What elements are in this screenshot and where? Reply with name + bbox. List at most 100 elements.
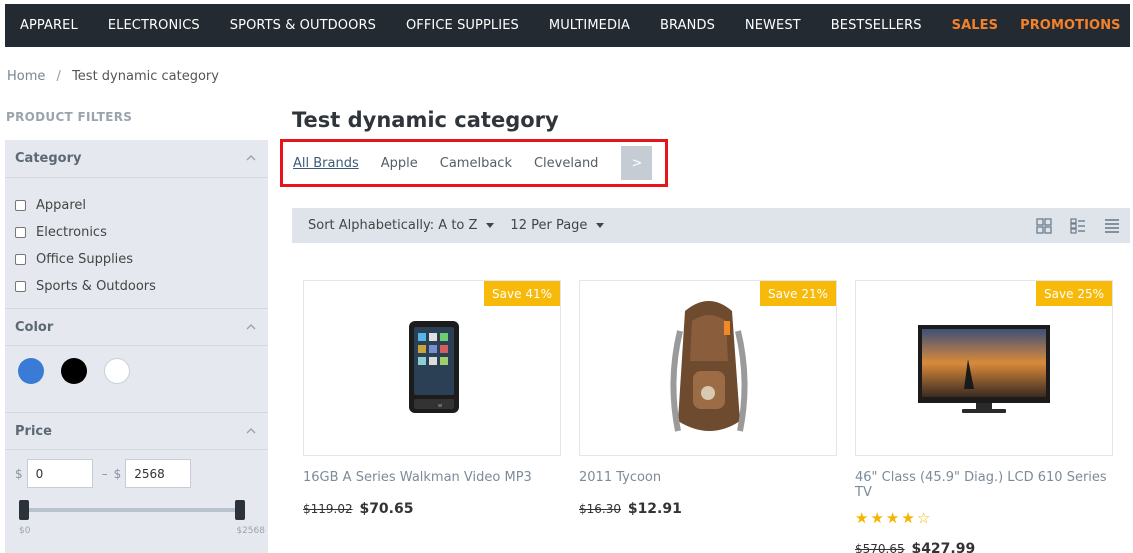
category-option-label: Sports & Outdoors [36,279,156,294]
currency-symbol: $ [113,466,122,481]
nav-electronics[interactable]: ELECTRONICS [108,18,200,33]
product-image-link[interactable]: Save 21% [579,280,837,456]
color-filter-header[interactable]: Color [5,308,268,346]
sale-price: $70.65 [359,501,414,517]
rating-stars: ★★★★☆ [855,509,1113,527]
price-slider[interactable] [19,500,245,520]
slider-track [23,508,241,512]
svg-text:w: w [438,403,442,409]
product-name[interactable]: 16GB A Series Walkman Video MP3 [303,470,561,485]
category-option-sports-outdoors[interactable]: Sports & Outdoors [15,273,268,300]
nav-bestsellers[interactable]: BESTSELLERS [831,18,922,33]
product-grid: w Save 41% 16GB A Series Walkman Video M… [303,280,1131,553]
mp3-player-image: w [409,321,459,413]
breadcrumb-home[interactable]: Home [7,69,45,84]
category-filter-header[interactable]: Category [5,140,268,178]
product-filters-title: PRODUCT FILTERS [6,110,133,124]
top-navigation: APPAREL ELECTRONICS SPORTS & OUTDOORS OF… [5,4,1130,47]
per-page-select[interactable]: 12 Per Page [510,218,605,233]
checkbox[interactable] [15,281,26,292]
star-filled-icon: ★ [870,509,886,527]
breadcrumb-separator: / [56,69,61,84]
nav-multimedia[interactable]: MULTIMEDIA [549,18,630,33]
price-max-input[interactable] [125,459,192,488]
category-list: Apparel Electronics Office Supplies Spor… [5,178,268,308]
category-option-label: Electronics [36,225,107,240]
sort-select[interactable]: Sort Alphabetically: A to Z [308,218,495,233]
brand-next-button[interactable]: > [621,146,653,180]
price-filter-header[interactable]: Price [5,412,268,450]
star-filled-icon: ★ [901,509,917,527]
product-price: $570.65 $427.99 [855,541,1113,553]
product-name[interactable]: 2011 Tycoon [579,470,837,485]
brand-tab-camelback[interactable]: Camelback [440,156,512,171]
range-dash: – [101,466,108,481]
original-price: $119.02 [303,502,353,516]
filters-sidebar: Category Apparel Electronics Office Supp… [5,140,268,553]
product-image-link[interactable]: Save 25% [855,280,1113,456]
list-view-icon[interactable] [1104,218,1120,234]
discount-badge: Save 41% [484,281,560,306]
color-swatch-white[interactable] [104,358,130,384]
color-swatch-black[interactable] [61,358,87,384]
slider-min-label: $0 [19,526,31,536]
category-option-label: Office Supplies [36,252,134,267]
chevron-up-icon[interactable] [246,426,256,436]
category-option-apparel[interactable]: Apparel [15,192,268,219]
chevron-up-icon[interactable] [246,153,256,163]
compact-list-view-icon[interactable] [1070,218,1086,234]
sale-price: $427.99 [911,541,976,553]
price-min-input[interactable] [26,459,93,488]
product-price: $119.02 $70.65 [303,501,561,517]
nav-brands[interactable]: BRANDS [660,18,715,33]
sort-toolbar: Sort Alphabetically: A to Z 12 Per Page [292,208,1130,243]
nav-sports-outdoors[interactable]: SPORTS & OUTDOORS [230,18,376,33]
sale-price: $12.91 [627,501,682,517]
color-swatches [5,346,268,412]
product-card: Save 25% 46" Class (45.9" Diag.) LCD 610… [855,280,1113,553]
nav-sales[interactable]: SALES [952,18,998,33]
grid-view-icon[interactable] [1036,218,1052,234]
price-range-inputs: $ – $ [5,450,268,488]
chevron-up-icon[interactable] [246,322,256,332]
lcd-tv-image [918,325,1050,413]
category-filter-label: Category [15,151,82,166]
currency-symbol: $ [15,466,23,481]
checkbox[interactable] [15,254,26,265]
star-empty-icon: ☆ [916,509,933,527]
category-option-office-supplies[interactable]: Office Supplies [15,246,268,273]
discount-badge: Save 25% [1036,281,1112,306]
sort-select-value: Sort Alphabetically: A to Z [308,218,478,233]
nav-apparel[interactable]: APPAREL [20,18,78,33]
color-swatch-blue[interactable] [18,358,44,384]
view-mode-switcher [1018,218,1120,234]
checkbox[interactable] [15,200,26,211]
product-name[interactable]: 46" Class (45.9" Diag.) LCD 610 Series T… [855,470,1113,500]
product-card: Save 21% 2011 Tycoon $16.30 $12.91 [579,280,837,553]
nav-newest[interactable]: NEWEST [745,18,801,33]
price-filter-label: Price [15,423,52,439]
product-image-link[interactable]: w Save 41% [303,280,561,456]
checkbox[interactable] [15,227,26,238]
brand-tab-cleveland[interactable]: Cleveland [534,156,598,171]
original-price: $570.65 [855,542,905,553]
slider-max-label: $2568 [236,526,265,536]
discount-badge: Save 21% [760,281,836,306]
color-filter-label: Color [15,319,54,335]
product-price: $16.30 $12.91 [579,501,837,517]
slider-handle-min[interactable] [19,500,29,520]
breadcrumb-current: Test dynamic category [72,69,219,84]
per-page-select-value: 12 Per Page [510,218,588,233]
product-card: w Save 41% 16GB A Series Walkman Video M… [303,280,561,553]
brand-tab-apple[interactable]: Apple [381,156,418,171]
star-filled-icon: ★ [885,509,902,527]
category-option-label: Apparel [36,198,87,213]
nav-office-supplies[interactable]: OFFICE SUPPLIES [406,18,519,33]
category-option-electronics[interactable]: Electronics [15,219,268,246]
slider-handle-max[interactable] [235,500,245,520]
brand-tabs: All Brands Apple Camelback Cleveland > [280,139,668,187]
original-price: $16.30 [579,502,621,516]
nav-promotions[interactable]: PROMOTIONS [1020,18,1121,33]
star-filled-icon: ★ [855,509,871,527]
brand-tab-all-brands[interactable]: All Brands [293,156,359,171]
